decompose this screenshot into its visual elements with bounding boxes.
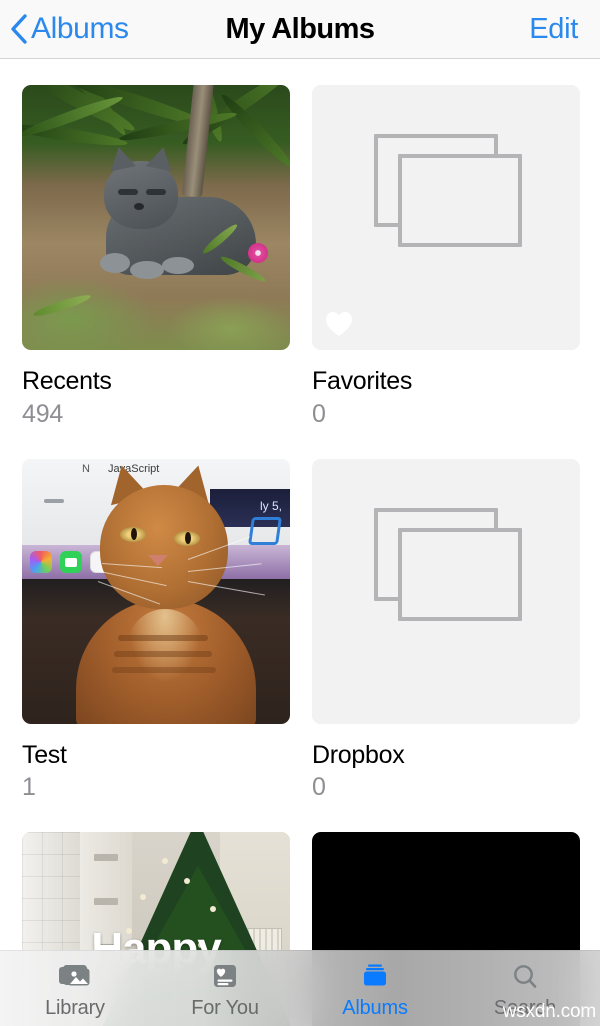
album-cell-test[interactable]: JavaScript N ly 5, Test 1	[22, 458, 290, 833]
album-thumbnail-dropbox[interactable]	[312, 458, 580, 724]
tab-bar: Library For You Albums Search	[0, 950, 600, 1026]
album-count: 494	[22, 399, 64, 428]
albums-stack-icon	[364, 964, 386, 986]
album-count: 0	[312, 399, 326, 428]
monitor-calendar-text: ly 5,	[259, 498, 282, 513]
album-cell-favorites[interactable]: Favorites 0	[312, 85, 580, 459]
album-thumbnail-recents[interactable]	[22, 85, 290, 350]
placeholder-rect-front	[398, 527, 522, 621]
photo-stack-icon	[59, 965, 90, 986]
tab-library[interactable]: Library	[0, 951, 150, 1026]
album-title: Favorites	[312, 367, 413, 395]
album-count: 1	[22, 773, 36, 802]
photo-orange-tabby-cat-at-computer: JavaScript N ly 5,	[22, 458, 290, 724]
navigation-bar: Albums My Albums Edit	[0, 0, 600, 59]
dock-icon-camera-lens	[65, 557, 77, 567]
tab-label: Albums	[342, 997, 408, 1019]
album-thumbnail-test[interactable]: JavaScript N ly 5,	[22, 458, 290, 724]
album-thumbnail-favorites[interactable]	[312, 85, 580, 350]
tab-label: Search	[493, 997, 557, 1019]
tab-albums[interactable]: Albums	[300, 951, 450, 1026]
album-title: Test	[22, 740, 67, 769]
placeholder-rect-front	[398, 154, 522, 247]
photos-app-screen: Albums My Albums Edit Recents 494 Favori…	[0, 0, 600, 1026]
album-cell-recents[interactable]: Recents 494	[22, 85, 290, 459]
cat-head	[104, 161, 178, 229]
magnifier-icon	[514, 965, 537, 988]
dock-icon-photos	[30, 550, 52, 573]
edit-button[interactable]: Edit	[529, 13, 578, 46]
heart-card-icon	[214, 965, 236, 987]
album-title: Recents	[22, 367, 112, 395]
album-count: 0	[312, 773, 326, 802]
pink-flower	[248, 243, 268, 263]
empty-album-placeholder	[312, 458, 580, 724]
heart-icon	[326, 312, 352, 336]
tab-label: Library	[45, 997, 105, 1019]
tab-label: For You	[191, 997, 259, 1019]
cat-nose	[148, 554, 168, 566]
tab-search[interactable]: Search	[450, 951, 600, 1026]
page-title: My Albums	[225, 12, 375, 45]
photo-gray-cat-in-garden	[22, 85, 290, 350]
tab-for-you[interactable]: For You	[150, 951, 300, 1026]
album-title: Dropbox	[312, 740, 405, 769]
album-cell-dropbox[interactable]: Dropbox 0	[312, 458, 580, 833]
albums-grid: Recents 494 Favorites 0 JavaScript N ly …	[0, 60, 600, 1026]
